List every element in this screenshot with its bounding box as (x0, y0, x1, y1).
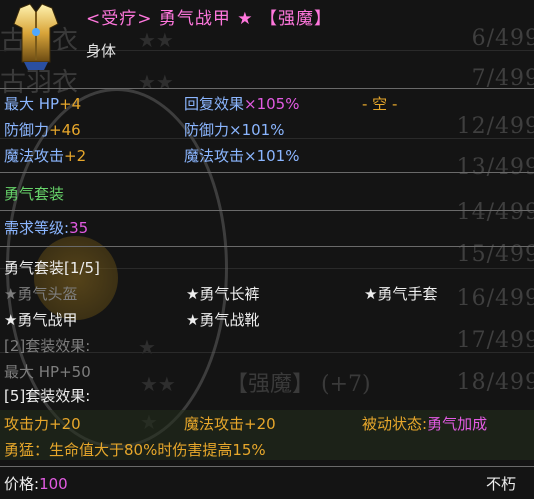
stat-recovery-mult: 回复效果×105% (184, 95, 300, 113)
stat-defense: 防御力+46 (4, 121, 81, 139)
set-piece-pants: ★勇气长裤 (186, 285, 260, 303)
socket-slot-empty: - 空 - (362, 95, 398, 113)
divider (0, 172, 534, 173)
armor-icon (6, 2, 66, 72)
stat-max-hp: 最大 HP+4 (4, 95, 82, 113)
divider (0, 210, 534, 211)
item-slot-type: 身体 (86, 42, 117, 60)
stat-magic-attack-mult: 魔法攻击×101% (184, 147, 300, 165)
set-header: 勇气套装[1/5] (4, 259, 100, 277)
item-title: <受疗> 勇气战甲 ★ 【强魔】 (86, 9, 332, 29)
set-bonus-2-line: 最大 HP+50 (4, 363, 91, 381)
item-tooltip: <受疗> 勇气战甲 ★ 【强魔】 身体 最大 HP+4 防御力+46 魔法攻击+… (0, 0, 534, 499)
divider (0, 466, 534, 467)
item-price: 价格:100 (4, 475, 68, 493)
required-level: 需求等级:35 (4, 219, 89, 237)
divider (0, 246, 534, 247)
set-piece-boots: ★勇气战靴 (186, 311, 260, 329)
divider (0, 88, 534, 89)
set-piece-armor: ★勇气战甲 (4, 311, 78, 329)
set-name: 勇气套装 (4, 185, 65, 203)
tooltip-header: <受疗> 勇气战甲 ★ 【强魔】 身体 (0, 0, 534, 88)
set-piece-helmet: ★勇气头盔 (4, 285, 78, 303)
stat-magic-attack: 魔法攻击+2 (4, 147, 87, 165)
stat-defense-mult: 防御力×101% (184, 121, 285, 139)
set-bonus-2-title: [2]套装效果: (4, 337, 91, 355)
set-bonus-magic-attack: 魔法攻击+20 (184, 415, 276, 433)
set-bonus-passive: 被动状态:勇气加成 (362, 415, 488, 433)
set-piece-gloves: ★勇气手套 (364, 285, 438, 303)
set-bonus-description: 勇猛：生命值大于80%时伤害提高15% (4, 441, 266, 459)
durability-label: 不朽 (486, 475, 517, 493)
set-bonus-attack: 攻击力+20 (4, 415, 81, 433)
set-bonus-5-title: [5]套装效果: (4, 387, 91, 405)
